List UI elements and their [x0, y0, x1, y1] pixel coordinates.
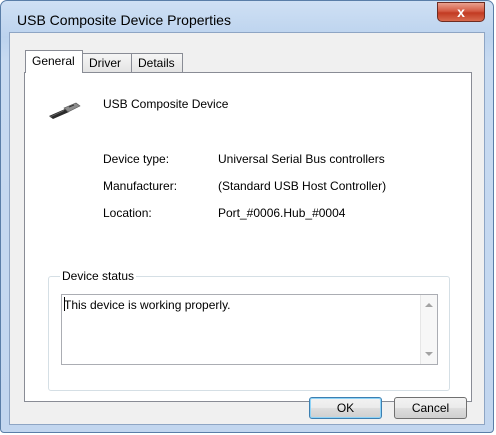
tab-general[interactable]: General — [25, 50, 83, 73]
manufacturer-value: (Standard USB Host Controller) — [218, 179, 387, 193]
device-status-group: Device status This device is working pro… — [48, 269, 450, 391]
location-label: Location: — [103, 206, 152, 220]
device-status-textbox[interactable]: This device is working properly. — [61, 294, 438, 365]
general-tab-panel: USB Composite Device Device type: Univer… — [24, 72, 472, 402]
device-name: USB Composite Device — [103, 97, 229, 111]
dialog-body: General Driver Details USB Composite Dev… — [9, 32, 485, 425]
window-title: USB Composite Device Properties — [17, 12, 231, 28]
device-type-value: Universal Serial Bus controllers — [218, 152, 385, 166]
manufacturer-label: Manufacturer: — [103, 179, 178, 193]
device-status-text: This device is working properly. — [64, 298, 231, 312]
tab-driver[interactable]: Driver — [82, 53, 132, 72]
tab-details[interactable]: Details — [131, 53, 183, 72]
properties-window: USB Composite Device Properties x Genera… — [0, 0, 494, 433]
scroll-down-arrow-icon[interactable] — [425, 352, 433, 356]
location-value: Port_#0006.Hub_#0004 — [218, 206, 346, 220]
usb-connector-icon — [49, 102, 81, 119]
device-status-title: Device status — [60, 269, 137, 283]
scroll-up-arrow-icon[interactable] — [425, 303, 433, 307]
close-button[interactable]: x — [437, 2, 485, 22]
cancel-button[interactable]: Cancel — [394, 397, 467, 419]
ok-button[interactable]: OK — [309, 397, 382, 419]
device-type-label: Device type: — [103, 152, 170, 166]
status-scrollbar[interactable] — [420, 295, 437, 364]
